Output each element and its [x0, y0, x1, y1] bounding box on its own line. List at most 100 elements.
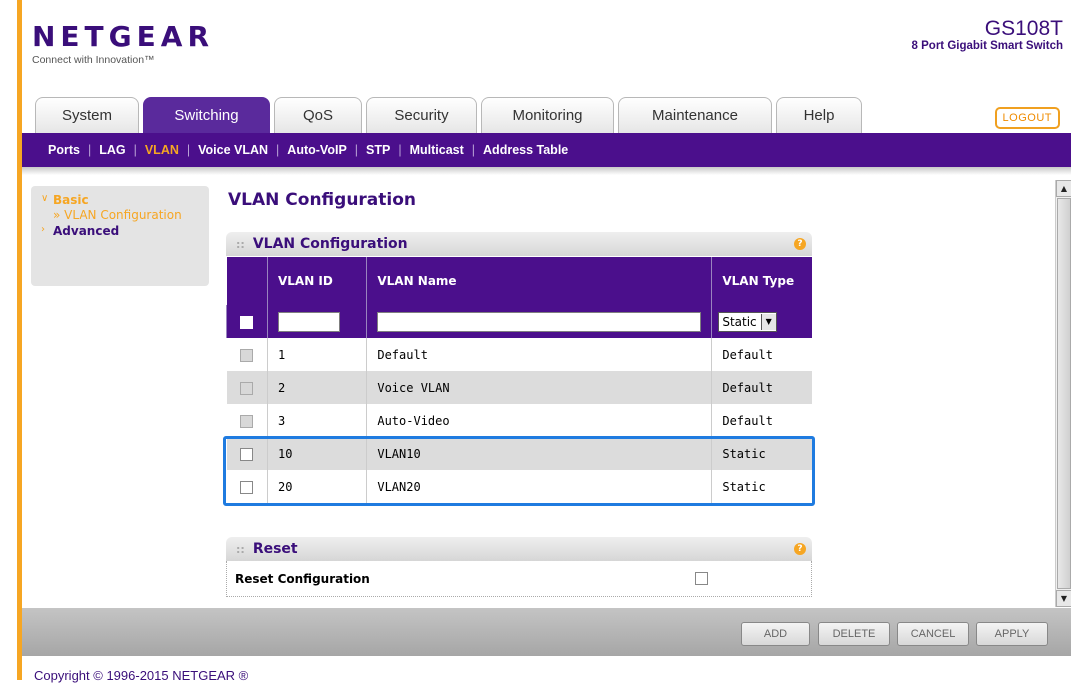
logout-button[interactable]: LOGOUT [994, 107, 1060, 129]
tab-qos[interactable]: QoS [274, 97, 362, 133]
table-row[interactable]: 3 Auto-Video Default [226, 404, 812, 437]
delete-button[interactable]: DELETE [818, 622, 890, 646]
apply-button[interactable]: APPLY [976, 622, 1048, 646]
vlan-table: VLAN ID VLAN Name VLAN Type Static ▼ 1 De… [226, 257, 812, 503]
section-dots-icon: :: [236, 237, 245, 251]
subnav-multicast[interactable]: Multicast [410, 143, 464, 157]
column-header-vlan-type: VLAN Type [711, 257, 812, 305]
add-button[interactable]: ADD [741, 622, 810, 646]
chevron-down-icon: ∨ [41, 193, 49, 204]
tab-maintenance[interactable]: Maintenance [618, 97, 772, 133]
subnav-vlan[interactable]: VLAN [145, 143, 179, 157]
tab-system[interactable]: System [35, 97, 139, 133]
tab-help[interactable]: Help [776, 97, 862, 133]
sidebar-basic-label: Basic [53, 193, 89, 207]
row-select-checkbox [240, 414, 254, 428]
row-select-checkbox [240, 348, 254, 362]
sidebar: ∨ Basic » VLAN Configuration › Advanced [31, 186, 209, 286]
table-row[interactable]: 20 VLAN20 Static [226, 470, 812, 503]
vlan-id-cell: 2 [266, 371, 367, 404]
sidebar-item-advanced[interactable]: › Advanced [41, 224, 209, 238]
model-info: GS108T 8 Port Gigabit Smart Switch [911, 17, 1063, 53]
tab-monitoring[interactable]: Monitoring [481, 97, 614, 133]
netgear-logo: NETGEAR Connect with Innovation™ [32, 20, 214, 67]
table-row[interactable]: 10 VLAN10 Static [226, 437, 812, 470]
vlan-name-cell: Voice VLAN [366, 371, 712, 404]
model-name: GS108T [984, 17, 1063, 40]
subnav-address-table[interactable]: Address Table [483, 143, 568, 157]
vlan-name-cell: Default [366, 338, 712, 371]
logo-text: NETGEAR [32, 20, 214, 53]
reset-configuration-checkbox[interactable] [695, 572, 708, 585]
vlan-type-cell: Default [711, 338, 812, 371]
subnav-voice-vlan[interactable]: Voice VLAN [198, 143, 268, 157]
help-icon[interactable]: ? [794, 238, 806, 250]
table-header-row: VLAN ID VLAN Name VLAN Type [226, 257, 812, 305]
vlan-type-selected: Static [722, 314, 757, 329]
scrollbar-thumb[interactable] [1057, 198, 1071, 589]
vlan-type-cell: Static [711, 470, 812, 503]
vlan-name-cell: VLAN20 [366, 470, 712, 503]
page-title: VLAN Configuration [228, 190, 417, 210]
subnav-separator: | [133, 143, 137, 157]
new-vlan-input-row: Static ▼ [226, 305, 812, 338]
select-column-header [226, 257, 268, 305]
content-shadow [22, 167, 1071, 175]
vlan-id-cell: 10 [266, 437, 367, 470]
help-icon[interactable]: ? [794, 543, 806, 555]
vlan-config-section-header: :: VLAN Configuration ? [226, 232, 812, 256]
left-accent-bar [17, 0, 22, 680]
vlan-id-input[interactable] [277, 311, 340, 332]
vertical-scrollbar[interactable]: ▲ ▼ [1055, 180, 1071, 607]
vlan-id-cell: 1 [266, 338, 367, 371]
vlan-id-cell: 20 [266, 470, 367, 503]
subnav-separator: | [276, 143, 280, 157]
chevron-right-icon: › [41, 224, 45, 235]
reset-section-header: :: Reset ? [226, 537, 812, 561]
subnav-separator: | [186, 143, 191, 157]
tab-security[interactable]: Security [366, 97, 477, 133]
section-dots-icon: :: [236, 542, 245, 556]
column-header-vlan-id: VLAN ID [266, 257, 367, 305]
column-header-vlan-name: VLAN Name [366, 257, 712, 305]
subnav-lag[interactable]: LAG [99, 143, 125, 157]
subnav-separator: | [471, 143, 476, 157]
section-title: VLAN Configuration [252, 236, 408, 252]
subnav-separator: | [398, 143, 402, 157]
row-select-checkbox [240, 381, 254, 395]
cancel-button[interactable]: CANCEL [897, 622, 969, 646]
table-row[interactable]: 2 Voice VLAN Default [226, 371, 812, 404]
vlan-type-select[interactable]: Static ▼ [718, 311, 777, 332]
sidebar-item-basic[interactable]: ∨ Basic [41, 193, 209, 207]
sidebar-item-vlan-configuration[interactable]: » VLAN Configuration [41, 207, 209, 224]
vlan-type-cell: Default [711, 404, 812, 437]
scroll-down-icon[interactable]: ▼ [1056, 590, 1071, 607]
vlan-name-cell: Auto-Video [366, 404, 712, 437]
main-tabs: System Switching QoS Security Monitoring Main… [35, 97, 866, 133]
vlan-name-cell: VLAN10 [366, 437, 712, 470]
select-all-checkbox[interactable] [240, 315, 254, 329]
vlan-name-input[interactable] [377, 311, 702, 332]
table-row[interactable]: 1 Default Default [226, 338, 812, 371]
subnav-ports[interactable]: Ports [48, 143, 80, 157]
subnav-stp[interactable]: STP [366, 143, 390, 157]
netgear-admin-page: NETGEAR Connect with Innovation™ GS108T … [0, 0, 1071, 683]
row-select-checkbox[interactable] [240, 447, 254, 461]
reset-section-title: Reset [252, 541, 298, 557]
row-select-checkbox[interactable] [240, 480, 254, 494]
tab-switching[interactable]: Switching [143, 97, 270, 133]
sub-navigation: Ports | LAG | VLAN | Voice VLAN | Auto-VoIP | STP |… [22, 133, 1071, 167]
vlan-type-cell: Static [711, 437, 812, 470]
reset-configuration-label: Reset Configuration [235, 571, 370, 586]
dropdown-arrow-icon: ▼ [760, 313, 776, 330]
logo-tagline: Connect with Innovation™ [32, 54, 155, 66]
vlan-id-cell: 3 [266, 404, 367, 437]
subnav-separator: | [87, 143, 92, 157]
vlan-type-cell: Default [711, 371, 812, 404]
subnav-separator: | [354, 143, 359, 157]
subnav-auto-voip[interactable]: Auto-VoIP [287, 143, 346, 157]
copyright-text: Copyright © 1996-2015 NETGEAR ® [34, 668, 249, 683]
sidebar-advanced-label: Advanced [53, 224, 120, 238]
scroll-up-icon[interactable]: ▲ [1056, 180, 1071, 197]
model-description: 8 Port Gigabit Smart Switch [911, 40, 1063, 52]
